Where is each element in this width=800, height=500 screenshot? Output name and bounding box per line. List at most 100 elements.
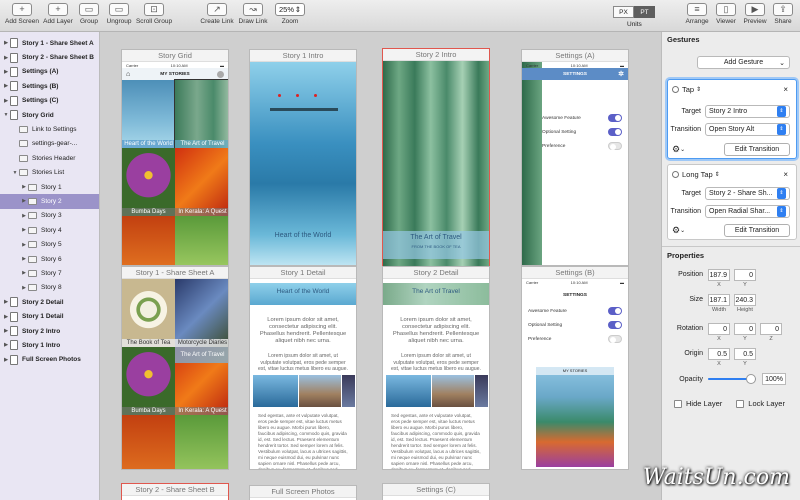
story-tile-image[interactable] [122,415,175,469]
photo-thumbnail[interactable] [342,375,355,407]
close-icon[interactable]: × [783,170,788,179]
layer-row[interactable]: ▶ Story 3 [0,209,99,223]
unit-pt-button[interactable]: PT [634,6,655,18]
target-select[interactable]: Story 2 - Share Sh... ⇕ [705,186,790,200]
transition-select[interactable]: Open Story Alt ⇕ [705,122,790,136]
layer-row[interactable]: ▶ Story 1 Detail [0,309,99,323]
home-icon[interactable]: ⌂ [126,71,130,78]
toggle-switch[interactable] [608,114,622,122]
layer-row[interactable]: ▶ Story 1 - Share Sheet A [0,36,99,50]
disclosure-triangle-icon[interactable]: ▼ [2,112,10,118]
gear-icon[interactable]: ✲ [618,70,624,78]
screen-full-screen-photos[interactable]: Full Screen Photos [249,485,357,500]
origin-y-input[interactable]: 0.5 [734,348,756,360]
draw-link-button[interactable]: ↝ Draw Link [233,3,273,25]
settings-gear-icon[interactable] [217,70,224,78]
rotation-y-input[interactable]: 0 [734,323,756,335]
layer-row[interactable]: ▶ Story 2 Detail [0,295,99,309]
height-input[interactable]: 240.3 [734,294,756,306]
photo-thumbnail[interactable] [475,375,488,407]
screen-story1-detail[interactable]: Story 1 Detail Heart of the World Lorem … [249,266,357,470]
scroll-group-button[interactable]: ⊡ Scroll Group [134,3,174,25]
disclosure-triangle-icon[interactable]: ▶ [20,184,28,190]
layer-row[interactable]: ▶ Story 1 [0,180,99,194]
screen-story1-intro[interactable]: Story 1 Intro Heart of the World [249,49,357,266]
layer-row[interactable]: ▶ Settings (C) [0,94,99,108]
zoom-select[interactable]: 25% ⇕ [275,3,305,16]
canvas[interactable]: Story Grid Carrier 10:10 AM ▬ ⌂ MY STORIES… [100,32,661,500]
hide-layer-checkbox[interactable] [674,399,682,408]
layer-row[interactable]: ▶ Story 2 - Share Sheet B [0,50,99,64]
layer-row[interactable]: ▶ Story 5 [0,237,99,251]
toggle-switch[interactable] [608,142,622,150]
disclosure-triangle-icon[interactable]: ▶ [20,198,28,204]
disclosure-triangle-icon[interactable]: ▶ [2,40,10,46]
screen-story1-share-sheet[interactable]: Story 1 - Share Sheet A The Book of Tea … [121,266,229,470]
disclosure-triangle-icon[interactable]: ▶ [20,256,28,262]
gear-icon[interactable]: ⚙ [672,225,680,236]
screen-settings-b[interactable]: Settings (B) Carrier 10:10 AM ▬ SETTINGS A… [521,266,629,470]
gesture-type[interactable]: Long Tap [682,170,713,179]
layer-row[interactable]: ▼ Story Grid [0,108,99,122]
toggle-switch[interactable] [608,335,622,343]
ungroup-button[interactable]: ▭ Ungroup [99,3,139,25]
opacity-slider[interactable] [708,374,756,384]
zoom-control[interactable]: 25% ⇕ Zoom [270,3,310,25]
rotation-x-input[interactable]: 0 [708,323,730,335]
disclosure-triangle-icon[interactable]: ▶ [2,328,10,334]
story-tile[interactable]: Bumba Days [122,347,175,415]
disclosure-triangle-icon[interactable]: ▶ [2,342,10,348]
share-button[interactable]: ⇪ Share [763,3,800,25]
layer-row[interactable]: ▶ Settings (B) [0,79,99,93]
disclosure-triangle-icon[interactable]: ▶ [2,98,10,104]
disclosure-triangle-icon[interactable]: ▶ [2,314,10,320]
disclosure-triangle-icon[interactable]: ▶ [2,69,10,75]
chevron-updown-icon[interactable]: ⇕ [715,171,720,178]
unit-px-button[interactable]: PX [613,6,634,18]
chevron-down-icon[interactable]: ⌄ [680,146,685,153]
story-tile[interactable]: Bumba Days [122,148,175,216]
gesture-type[interactable]: Tap [682,85,694,94]
disclosure-triangle-icon[interactable]: ▶ [2,357,10,363]
disclosure-triangle-icon[interactable]: ▶ [20,242,28,248]
layer-row[interactable]: ▶ Story 1 Intro [0,338,99,352]
units-toggle[interactable]: PX PT [613,6,655,18]
toggle-switch[interactable] [608,321,622,329]
position-x-input[interactable]: 187.9 [708,269,730,281]
origin-x-input[interactable]: 0.5 [708,348,730,360]
story-tile-image[interactable] [122,216,175,265]
layer-row[interactable]: Stories Header [0,151,99,165]
gesture-card-long-tap[interactable]: Long Tap ⇕ × Target Story 2 - Share Sh...… [667,164,797,240]
disclosure-triangle-icon[interactable]: ▶ [2,299,10,305]
width-input[interactable]: 187.1 [708,294,730,306]
screen-story-grid[interactable]: Story Grid Carrier 10:10 AM ▬ ⌂ MY STORIES… [121,49,229,266]
add-gesture-select[interactable]: Add Gesture ⌄ [697,56,790,69]
disclosure-triangle-icon[interactable]: ▶ [2,83,10,89]
disclosure-triangle-icon[interactable]: ▶ [20,285,28,291]
toggle-switch[interactable] [608,128,622,136]
opacity-input[interactable]: 100% [762,373,786,385]
position-y-input[interactable]: 0 [734,269,756,281]
chevron-down-icon[interactable]: ⌄ [680,227,685,234]
story-tile[interactable]: The Book of Tea [122,279,175,347]
layer-row[interactable]: ▶ Story 2 [0,194,99,209]
add-screen-button[interactable]: + Add Screen [2,3,42,25]
disclosure-triangle-icon[interactable]: ▼ [11,170,19,176]
story-tile-image[interactable] [175,216,228,265]
photo-thumbnail[interactable] [253,375,298,407]
transition-select[interactable]: Open Radial Shar... ⇕ [705,204,790,218]
create-link-button[interactable]: ↗ Create Link [197,3,237,25]
screen-settings-a[interactable]: Settings (A) Carrier 10:10 AM ▬ SETTINGS ✲ … [521,49,629,266]
layer-row[interactable]: settings-gear-... [0,137,99,151]
photo-thumbnail[interactable] [299,375,341,407]
layer-row[interactable]: ▶ Story 2 Intro [0,324,99,338]
disclosure-triangle-icon[interactable]: ▶ [20,227,28,233]
layer-row[interactable]: ▶ Story 4 [0,223,99,237]
edit-transition-button[interactable]: Edit Transition [724,142,790,156]
story-tile-image[interactable] [175,415,228,469]
story-tile[interactable]: In Kerala: A Quest [175,148,228,216]
layer-row[interactable]: ▶ Full Screen Photos [0,353,99,367]
chevron-updown-icon[interactable]: ⇕ [696,86,701,93]
photo-thumbnail[interactable] [386,375,431,407]
disclosure-triangle-icon[interactable]: ▶ [20,270,28,276]
